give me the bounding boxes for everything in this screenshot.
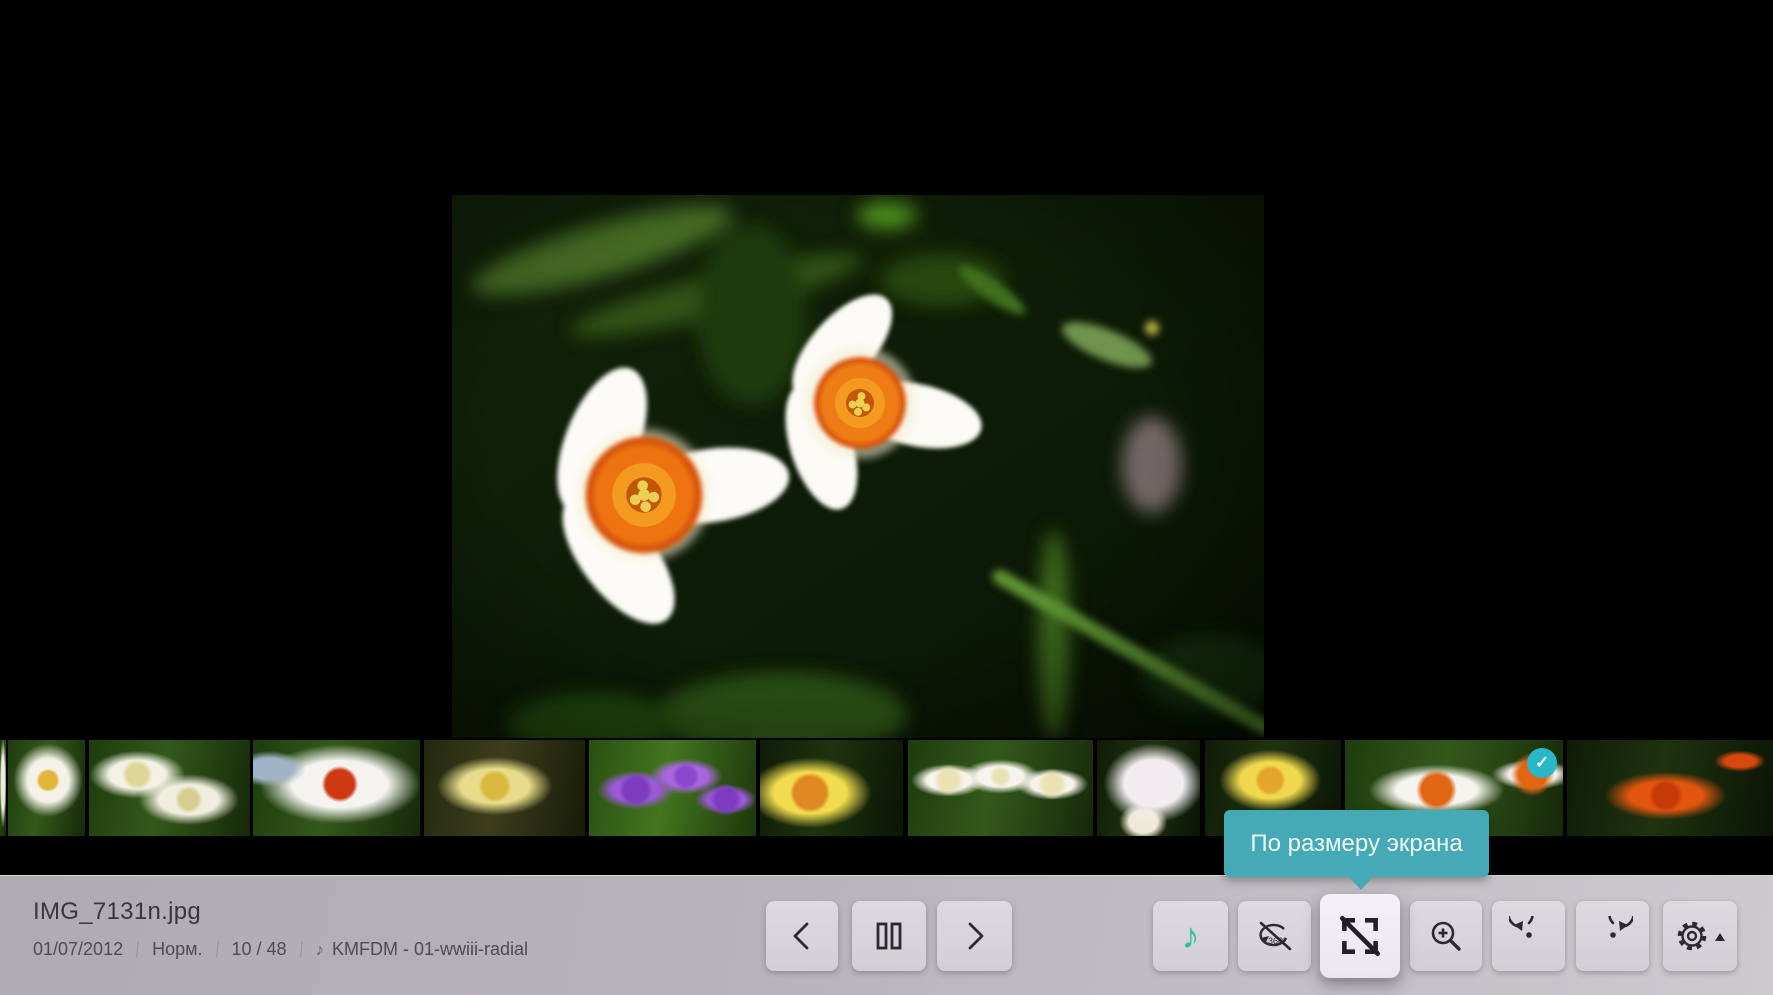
bottom-control-bar: IMG_7131n.jpg 01/07/2012 Норм. 10 / 48 ♪… — [0, 875, 1773, 995]
tooltip-text: По размеру экрана — [1250, 829, 1463, 857]
divider — [215, 941, 219, 958]
daffodil-photo-illustration — [452, 195, 1282, 757]
background-music-button[interactable]: ♪ — [1153, 901, 1228, 971]
thumb-white-daffodil-trio[interactable] — [908, 740, 1093, 836]
selected-check-badge: ✓ — [1527, 748, 1557, 778]
previous-button[interactable] — [766, 901, 838, 971]
tv-photo-viewer-screen: ✓ По размеру экрана IMG_7131n.jpg 01/07/… — [0, 0, 1773, 995]
settings-button[interactable] — [1663, 901, 1737, 971]
thumb-edge-sliver[interactable] — [0, 740, 6, 836]
fit-to-screen-button[interactable] — [1320, 894, 1400, 978]
thumb-orange-lily[interactable] — [1567, 740, 1773, 836]
thumb-purple-crocuses[interactable] — [589, 740, 756, 836]
divider — [136, 941, 139, 958]
thumb-pale-yellow-daffodil[interactable] — [424, 740, 585, 836]
rotate-ccw-button[interactable] — [1492, 901, 1565, 971]
file-name: IMG_7131n.jpg — [33, 898, 202, 925]
music-note-icon: ♪ — [315, 939, 325, 959]
divider — [299, 941, 303, 958]
music-track: KMFDM - 01-wwiii-radial — [332, 939, 529, 959]
main-photo — [452, 195, 1282, 757]
zoom-in-button[interactable] — [1410, 901, 1482, 971]
thumb-butterfly-flower[interactable] — [1097, 740, 1200, 836]
thumb-yellow-daffodil[interactable] — [760, 740, 903, 836]
thumb-white-daffodil-pair[interactable] — [89, 740, 250, 836]
pause-button[interactable] — [852, 901, 926, 971]
photo-position: 10 / 48 — [231, 939, 287, 959]
file-info: IMG_7131n.jpg 01/07/2012 Норм. 10 / 48 ♪… — [33, 898, 528, 960]
display-mode: Норм. — [152, 939, 203, 959]
photo-date: 01/07/2012 — [33, 939, 124, 959]
rotate-360-disabled-button[interactable]: 360° — [1238, 901, 1311, 971]
thumb-white-daffodil[interactable] — [8, 740, 85, 836]
thumb-daffodil-red-cup[interactable] — [253, 740, 420, 836]
fit-to-screen-tooltip: По размеру экрана — [1224, 810, 1489, 890]
next-button[interactable] — [937, 901, 1012, 971]
tooltip-arrow — [1348, 876, 1374, 890]
file-details: 01/07/2012 Норм. 10 / 48 ♪ KMFDM - 01-ww… — [33, 939, 528, 960]
thumbnail-filmstrip: ✓ — [0, 740, 1773, 836]
rotate-cw-button[interactable] — [1576, 901, 1649, 971]
